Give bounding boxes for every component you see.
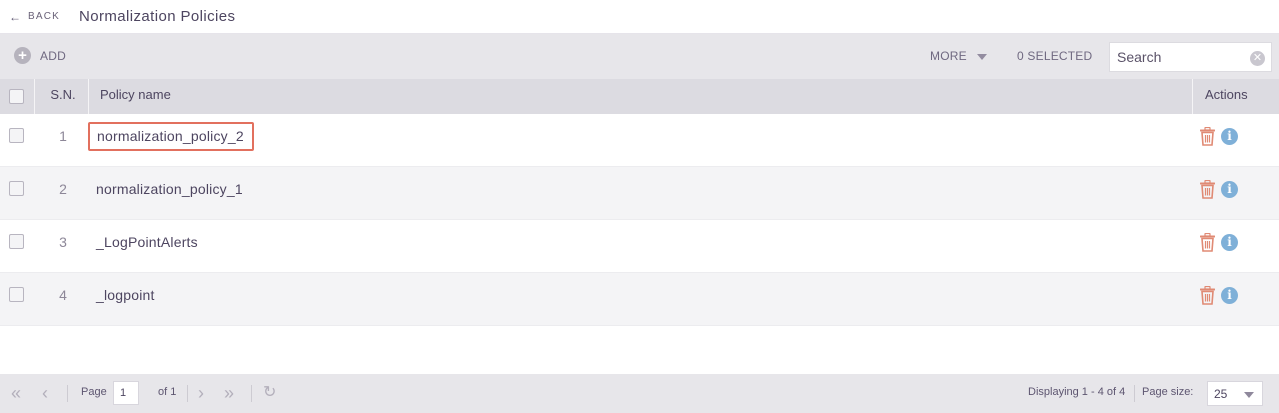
column-divider: [88, 79, 89, 114]
divider: [251, 385, 252, 402]
trash-icon[interactable]: [1199, 233, 1216, 252]
divider: [187, 385, 188, 402]
pagination-bar: « ‹ Page of 1 › » ↻ Displaying 1 - 4 of …: [0, 374, 1279, 413]
more-label: MORE: [930, 49, 967, 63]
add-button[interactable]: + ADD: [14, 47, 66, 64]
column-header-policy-name[interactable]: Policy name: [100, 79, 171, 114]
column-divider: [1192, 79, 1193, 114]
clear-search-icon[interactable]: ✕: [1250, 51, 1265, 66]
table-row[interactable]: 4 _logpoint i: [0, 273, 1279, 326]
policy-name-link[interactable]: normalization_policy_1: [96, 181, 243, 197]
page-count-label: of 1: [158, 386, 177, 398]
column-header-sn[interactable]: S.N.: [48, 79, 78, 114]
policy-name-link[interactable]: normalization_policy_2: [88, 122, 254, 151]
page-number-input[interactable]: [113, 381, 139, 405]
row-sn: 2: [59, 181, 67, 197]
row-checkbox[interactable]: [9, 287, 24, 302]
previous-page-icon[interactable]: ‹: [42, 383, 48, 403]
next-page-icon[interactable]: ›: [198, 383, 204, 403]
divider: [1134, 385, 1135, 402]
row-checkbox[interactable]: [9, 234, 24, 249]
plus-circle-icon: +: [14, 47, 31, 64]
page-size-select[interactable]: 25: [1207, 381, 1263, 406]
normalization-policies-page: ← BACK Normalization Policies + ADD MORE…: [0, 0, 1279, 413]
refresh-icon[interactable]: ↻: [263, 383, 276, 403]
table-row[interactable]: 2 normalization_policy_1 i: [0, 167, 1279, 220]
search-input[interactable]: [1110, 43, 1240, 71]
back-label: BACK: [28, 11, 61, 22]
more-dropdown[interactable]: MORE: [930, 49, 987, 63]
page-label: Page: [81, 386, 107, 398]
first-page-icon[interactable]: «: [11, 383, 21, 403]
column-header-actions: Actions: [1205, 87, 1248, 102]
trash-icon[interactable]: [1199, 127, 1216, 146]
page-title: Normalization Policies: [79, 8, 236, 25]
toolbar: + ADD MORE 0 SELECTED ✕: [0, 34, 1279, 79]
selected-count: 0 SELECTED: [1017, 49, 1093, 63]
page-header: ← BACK Normalization Policies: [0, 0, 1279, 34]
caret-down-icon: [976, 54, 987, 60]
info-icon[interactable]: i: [1221, 287, 1238, 304]
divider: [67, 385, 68, 402]
table-row[interactable]: 1 normalization_policy_2 i: [0, 114, 1279, 167]
row-sn: 4: [59, 287, 67, 303]
caret-down-icon: [1244, 392, 1254, 398]
info-icon[interactable]: i: [1221, 128, 1238, 145]
trash-icon[interactable]: [1199, 180, 1216, 199]
row-checkbox[interactable]: [9, 181, 24, 196]
displaying-label: Displaying 1 - 4 of 4: [1028, 386, 1126, 398]
row-sn: 3: [59, 234, 67, 250]
row-checkbox[interactable]: [9, 128, 24, 143]
table-row[interactable]: 3 _LogPointAlerts i: [0, 220, 1279, 273]
last-page-icon[interactable]: »: [224, 383, 234, 403]
search-box: ✕: [1109, 42, 1272, 72]
back-arrow-icon: ←: [9, 9, 21, 24]
row-sn: 1: [59, 128, 67, 144]
info-icon[interactable]: i: [1221, 234, 1238, 251]
column-divider: [34, 79, 35, 114]
table-header: S.N. Policy name Actions: [0, 79, 1279, 114]
policy-name-link[interactable]: _logpoint: [96, 287, 155, 303]
info-icon[interactable]: i: [1221, 181, 1238, 198]
select-all-checkbox[interactable]: [9, 89, 24, 104]
back-button[interactable]: ← BACK: [9, 10, 60, 24]
page-size-label: Page size:: [1142, 386, 1194, 398]
add-label: ADD: [40, 48, 66, 63]
trash-icon[interactable]: [1199, 286, 1216, 305]
policy-name-link[interactable]: _LogPointAlerts: [96, 234, 198, 250]
page-size-value: 25: [1214, 387, 1228, 401]
